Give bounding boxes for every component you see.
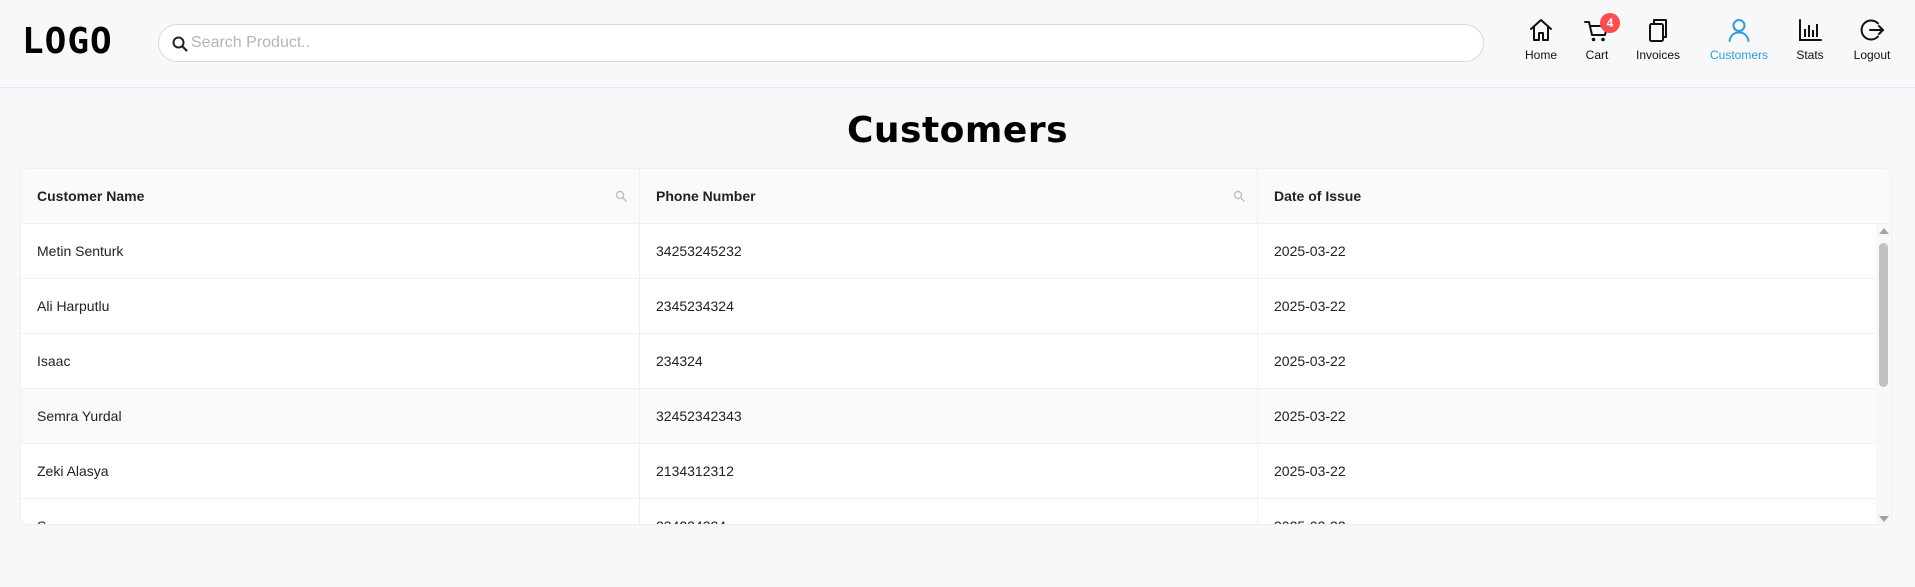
stats-icon — [1799, 19, 1822, 41]
cell-phone-number: 2345234324 — [640, 279, 1258, 334]
scroll-down-arrow-icon[interactable] — [1879, 516, 1889, 522]
nav-home-label: Home — [1524, 48, 1557, 62]
cell-customer-name: S — [21, 499, 640, 524]
column-title: Customer Name — [37, 188, 145, 204]
home-icon — [1530, 19, 1552, 41]
cell-customer-name: Semra Yurdal — [21, 389, 640, 444]
column-header-date-of-issue[interactable]: Date of Issue — [1258, 169, 1891, 224]
table-row[interactable]: Semra Yurdal 32452342343 2025-03-22 — [21, 389, 1876, 444]
customers-icon — [1728, 19, 1750, 42]
table-header: Customer Name Phone Number Date of Issue — [21, 169, 1891, 224]
customers-table: Customer Name Phone Number Date of Issue… — [20, 168, 1892, 525]
search-icon — [172, 36, 188, 52]
search-filter-icon[interactable] — [1233, 190, 1245, 202]
cell-customer-name: Isaac — [21, 334, 640, 389]
nav-customers-label: Customers — [1709, 48, 1768, 62]
nav-invoices[interactable]: Invoices — [1635, 16, 1681, 68]
column-title: Date of Issue — [1274, 188, 1362, 204]
invoices-icon — [1649, 19, 1667, 42]
table-scrollbar[interactable] — [1876, 224, 1891, 524]
cell-phone-number: 234234324 — [640, 499, 1258, 524]
cell-phone-number: 34253245232 — [640, 224, 1258, 279]
top-header: LOGO Home 4 Cart Inv — [0, 0, 1915, 88]
search-filter-icon[interactable] — [615, 190, 627, 202]
table-row[interactable]: Ali Harputlu 2345234324 2025-03-22 — [21, 279, 1876, 334]
cell-date-of-issue: 2025-03-22 — [1274, 243, 1346, 259]
scrollbar-thumb[interactable] — [1879, 243, 1888, 387]
table-body: Metin Senturk 34253245232 2025-03-22 Ali… — [21, 224, 1876, 524]
nav-home[interactable]: Home — [1524, 16, 1558, 68]
cell-date-of-issue: 2025-03-22 — [1274, 463, 1346, 479]
cell-customer-name: Metin Senturk — [21, 224, 640, 279]
table-row[interactable]: Isaac 234324 2025-03-22 — [21, 334, 1876, 389]
nav-cart[interactable]: 4 Cart — [1583, 13, 1620, 68]
column-title: Phone Number — [656, 188, 756, 204]
cell-customer-name: Ali Harputlu — [21, 279, 640, 334]
logout-icon — [1860, 19, 1884, 41]
table-row[interactable]: Metin Senturk 34253245232 2025-03-22 — [21, 224, 1876, 279]
cell-date-of-issue: 2025-03-22 — [1258, 499, 1876, 524]
cell-date-of-issue: 2025-03-22 — [1274, 353, 1346, 369]
nav-invoices-label: Invoices — [1635, 48, 1681, 62]
column-header-phone-number[interactable]: Phone Number — [640, 169, 1258, 224]
cell-phone-number: 32452342343 — [640, 389, 1258, 444]
cell-customer-name: Zeki Alasya — [21, 444, 640, 499]
table-row[interactable]: S 234234324 2025-03-22 — [21, 499, 1876, 524]
nav-logout[interactable]: Logout — [1852, 16, 1892, 68]
logo[interactable]: LOGO — [22, 20, 113, 64]
cart-count-badge: 4 — [1600, 13, 1620, 33]
nav-stats[interactable]: Stats — [1794, 16, 1826, 68]
search-bar[interactable] — [158, 24, 1484, 62]
nav-cart-label: Cart — [1585, 48, 1609, 62]
scroll-up-arrow-icon[interactable] — [1879, 228, 1889, 234]
search-input[interactable] — [191, 25, 1471, 61]
cell-date-of-issue: 2025-03-22 — [1274, 408, 1346, 424]
nav-logout-label: Logout — [1853, 48, 1891, 62]
nav-customers[interactable]: Customers — [1708, 16, 1770, 68]
cell-date-of-issue: 2025-03-22 — [1274, 298, 1346, 314]
page-title: Customers — [846, 110, 1069, 151]
table-row[interactable]: Zeki Alasya 2134312312 2025-03-22 — [21, 444, 1876, 499]
cell-phone-number: 234324 — [640, 334, 1258, 389]
cell-phone-number: 2134312312 — [640, 444, 1258, 499]
column-header-customer-name[interactable]: Customer Name — [21, 169, 640, 224]
nav-stats-label: Stats — [1796, 48, 1824, 62]
